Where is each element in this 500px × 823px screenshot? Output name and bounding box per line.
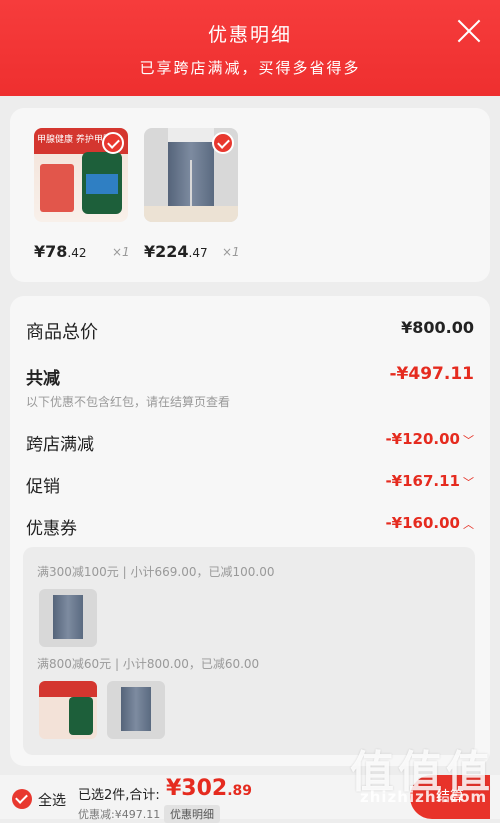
discount-value: -¥160.00 (385, 514, 460, 532)
product-banner-text: 甲腺健康 养护甲腺 (37, 135, 112, 145)
discount-label: 优惠券 (26, 519, 77, 539)
product-tag (40, 164, 74, 212)
discount-summary-card: 商品总价 ¥800.00 共减 -¥497.11 以下优惠不包含红包，请在结算页… (10, 296, 490, 766)
product-price: ¥78.42 (34, 242, 87, 261)
watermark-text: zhizhizhi.com (360, 788, 488, 806)
chevron-down-icon: ﹀ (463, 434, 474, 447)
discount-note: 以下优惠不包含红包，请在结算页查看 (26, 395, 231, 409)
discount-label: 促销 (26, 477, 60, 497)
product-price: ¥224.47 (144, 242, 208, 261)
coupon-product-thumb[interactable] (39, 589, 97, 647)
check-icon[interactable] (102, 132, 124, 154)
products-card: 甲腺健康 养护甲腺 ¥78.42 ×1 ¥224.47 ×1 (10, 108, 490, 282)
close-icon[interactable] (456, 18, 482, 44)
selected-info: 已选2件,合计: (78, 788, 160, 803)
select-all-checkbox[interactable] (12, 789, 32, 809)
discount-value: -¥167.11 (385, 472, 460, 490)
discount-label: 跨店满减 (26, 435, 94, 455)
discount-value: -¥120.00 (385, 430, 460, 448)
page-subtitle: 已享跨店满减，买得多省得多 (139, 59, 361, 77)
page-header: 优惠明细 已享跨店满减，买得多省得多 (0, 0, 500, 96)
total-price-value: ¥800.00 (401, 318, 474, 337)
discount-detail-button[interactable]: 优惠明细 (164, 805, 220, 823)
total-price-label: 商品总价 (26, 322, 98, 343)
coupon-line: 满800减60元 | 小计800.00，已减60.00 (37, 657, 260, 671)
check-icon[interactable] (212, 132, 234, 154)
select-all-label[interactable]: 全选 (38, 790, 66, 810)
watermark: 值值值 zhizhizhi.com (350, 736, 500, 810)
coupon-product-thumb[interactable] (107, 681, 165, 739)
jeans-image (168, 142, 214, 206)
discount-amount: 优惠减:¥497.11 (78, 808, 161, 821)
coupon-product-thumb[interactable] (39, 681, 97, 739)
chevron-up-icon: ︿ (463, 518, 474, 531)
product-image-health[interactable]: 甲腺健康 养护甲腺 (34, 128, 128, 222)
page-title: 优惠明细 (207, 24, 292, 46)
product-image-jeans[interactable] (144, 128, 238, 222)
product-qty: ×1 (112, 245, 130, 259)
product-qty: ×1 (222, 245, 240, 259)
total-reduce-value: -¥497.11 (389, 364, 475, 384)
coupon-line: 满300减100元 | 小计669.00，已减100.00 (37, 565, 275, 579)
total-amount: ¥302.89 (166, 776, 253, 801)
chevron-down-icon: ﹀ (463, 476, 474, 489)
coupon-detail-panel: 满300减100元 | 小计669.00，已减100.00 满800减60元 |… (23, 547, 475, 755)
total-reduce-label: 共减 (26, 369, 60, 389)
bottle-image (82, 152, 122, 214)
